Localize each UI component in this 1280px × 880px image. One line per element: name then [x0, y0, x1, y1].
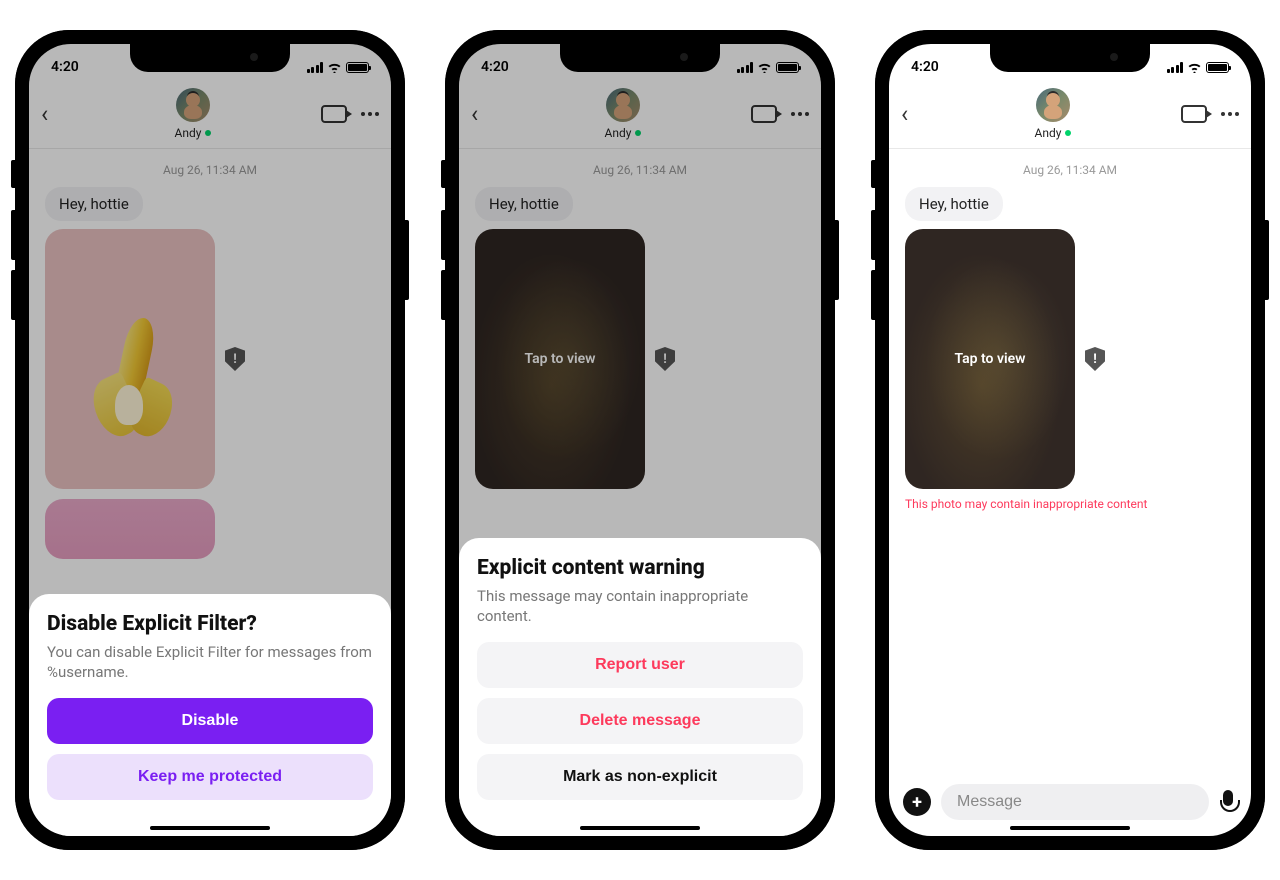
report-user-button[interactable]: Report user	[477, 642, 803, 688]
more-icon[interactable]	[1221, 112, 1239, 116]
home-indicator[interactable]	[580, 826, 700, 830]
device-notch	[990, 44, 1150, 72]
inappropriate-caption: This photo may contain inappropriate con…	[905, 497, 1235, 511]
sheet-title: Disable Explicit Filter?	[47, 612, 373, 636]
message-input[interactable]	[941, 784, 1209, 820]
online-dot-icon	[1065, 130, 1071, 136]
contact-name: Andy	[1035, 126, 1062, 140]
back-chevron-icon[interactable]: ‹	[901, 102, 925, 126]
battery-icon	[1206, 62, 1229, 73]
video-call-icon[interactable]	[1181, 105, 1207, 123]
cell-signal-icon	[1167, 62, 1184, 73]
home-indicator[interactable]	[1010, 826, 1130, 830]
mark-non-explicit-button[interactable]: Mark as non-explicit	[477, 754, 803, 800]
tap-to-view-label: Tap to view	[955, 351, 1026, 367]
sheet-title: Explicit content warning	[477, 556, 803, 580]
shield-alert-icon[interactable]: !	[1085, 347, 1105, 371]
contact-avatar[interactable]	[1036, 88, 1070, 122]
status-time: 4:20	[911, 59, 939, 75]
add-attachment-icon[interactable]: +	[903, 788, 931, 816]
wifi-icon	[1187, 62, 1202, 73]
chat-header: ‹ Andy	[889, 82, 1251, 149]
sheet-body: This message may contain inappropriate c…	[477, 586, 803, 627]
message-bubble: Hey, hottie	[905, 187, 1003, 221]
delete-message-button[interactable]: Delete message	[477, 698, 803, 744]
explicit-warning-sheet: Explicit content warning This message ma…	[459, 538, 821, 837]
blurred-image[interactable]: Tap to view	[905, 229, 1075, 489]
disable-button[interactable]: Disable	[47, 698, 373, 744]
device-notch	[130, 44, 290, 72]
microphone-icon[interactable]	[1219, 790, 1237, 814]
disable-filter-sheet: Disable Explicit Filter? You can disable…	[29, 594, 391, 837]
keep-protected-button[interactable]: Keep me protected	[47, 754, 373, 800]
home-indicator[interactable]	[150, 826, 270, 830]
sheet-body: You can disable Explicit Filter for mess…	[47, 642, 373, 683]
chat-timestamp: Aug 26, 11:34 AM	[905, 163, 1235, 177]
phone-frame-1: 4:20 ‹ Andy Aug 26, 11:34 AM Hey, hottie	[15, 30, 405, 850]
phone-frame-3: 4:20 ‹ Andy Aug 26, 11:34 AM Hey, hottie	[875, 30, 1265, 850]
device-notch	[560, 44, 720, 72]
phone-frame-2: 4:20 ‹ Andy Aug 26, 11:34 AM Hey, hottie	[445, 30, 835, 850]
